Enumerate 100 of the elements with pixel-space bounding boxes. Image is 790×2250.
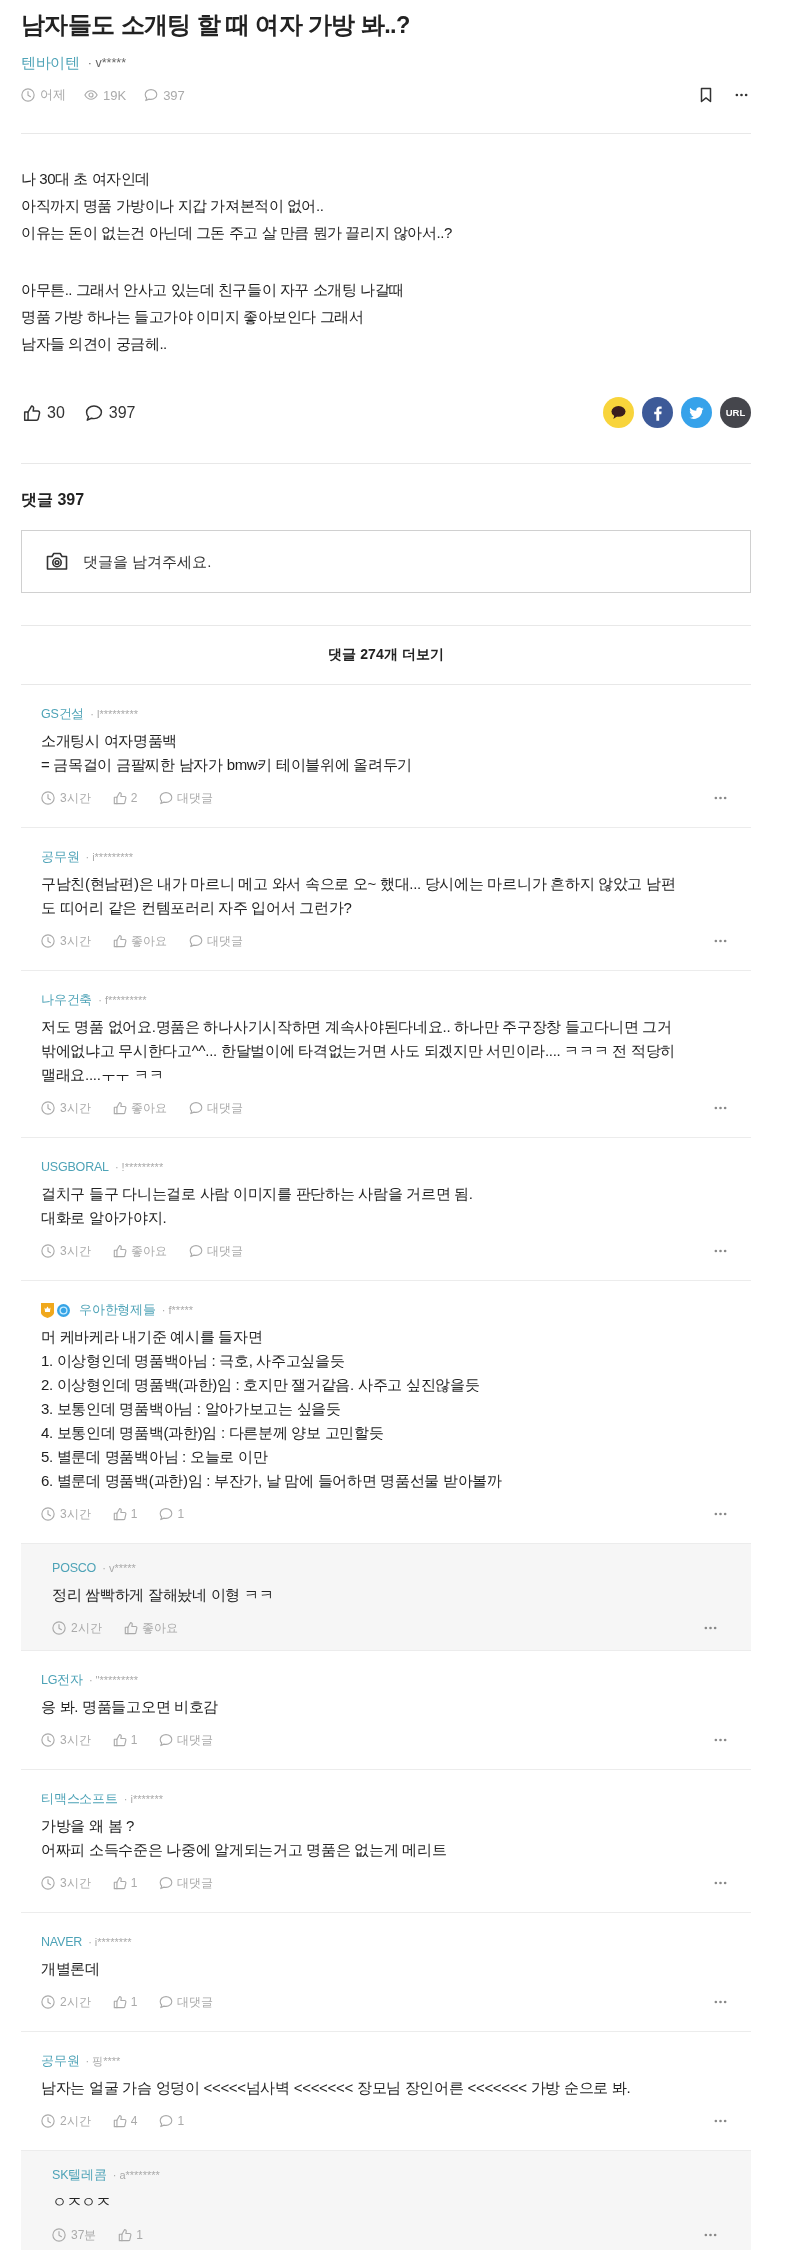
reply-button[interactable]: 대댓글: [159, 789, 214, 807]
thumbs-up-icon: [23, 403, 41, 422]
author-id: · i*******: [123, 1793, 163, 1805]
company-link[interactable]: GS건설: [41, 705, 85, 723]
company-link[interactable]: USGBORAL: [41, 1160, 109, 1174]
like-button[interactable]: 2: [112, 791, 138, 805]
thumbs-up-icon: [112, 1507, 127, 1521]
like-button[interactable]: 1: [112, 1876, 138, 1890]
reply-button[interactable]: 대댓글: [188, 1242, 243, 1260]
bookmark-icon: [698, 87, 714, 103]
clock-icon: [52, 2228, 66, 2242]
more-icon: [714, 1738, 727, 1742]
company-link[interactable]: POSCO: [52, 1561, 97, 1575]
speech-bubble-icon: [188, 1244, 203, 1258]
company-link[interactable]: 우아한형제들: [79, 1301, 156, 1319]
share-button[interactable]: [642, 397, 673, 428]
company-link[interactable]: 나우건축: [41, 991, 93, 1009]
reply-button[interactable]: 대댓글: [188, 1099, 243, 1117]
company-link[interactable]: LG전자: [41, 1671, 83, 1689]
reply-button[interactable]: 대댓글: [159, 1731, 214, 1749]
reply-button[interactable]: 대댓글: [159, 1874, 214, 1892]
facebook-icon: [642, 397, 673, 428]
comment-input-field[interactable]: 댓글을 남겨주세요.: [21, 530, 751, 593]
author-id: · a********: [112, 2169, 160, 2181]
speech-bubble-icon: [84, 403, 103, 422]
clock-icon: [41, 1507, 55, 1521]
comment-time: 3시간: [60, 1874, 91, 1892]
post-time: 어제: [40, 86, 66, 104]
share-button[interactable]: [603, 397, 634, 428]
company-link[interactable]: 공무원: [41, 848, 80, 866]
speech-bubble-icon: [188, 934, 203, 948]
like-button[interactable]: 1: [118, 2228, 144, 2242]
author-id: · "*********: [88, 1674, 139, 1686]
speech-bubble-icon: [159, 791, 174, 805]
like-button[interactable]: 30: [23, 403, 65, 422]
author-id: · !*********: [114, 1161, 164, 1173]
clock-icon: [41, 1876, 55, 1890]
like-button[interactable]: 1: [112, 1995, 138, 2009]
comment-time: 37분: [71, 2226, 97, 2244]
comment-button[interactable]: 397: [84, 403, 136, 422]
more-icon: [714, 1249, 727, 1253]
thumbs-up-icon: [112, 934, 127, 948]
company-link[interactable]: 티맥스소프트: [41, 1790, 118, 1808]
clock-icon: [41, 791, 55, 805]
speech-bubble-icon: [159, 1995, 174, 2009]
comment-text: 남자는 얼굴 가슴 엉덩이 <<<<<넘사벽 <<<<<<< 장모님 장인어른 <<<<<<< 가방 순으로 봐.: [41, 2078, 632, 2098]
comment-time: 2시간: [60, 1993, 91, 2011]
bookmark-button[interactable]: [698, 87, 714, 103]
comment-text: ㅇㅈㅇㅈ: [52, 2192, 112, 2212]
like-button[interactable]: 좋아요: [112, 932, 167, 950]
author-id: · v*****: [87, 56, 127, 70]
post-title: 남자들도 소개팅 할 때 여자 가방 봐..?: [21, 11, 411, 40]
reply-button[interactable]: 대댓글: [159, 1993, 214, 2011]
like-button[interactable]: 1: [112, 1733, 138, 1747]
author-id: · f*****: [161, 1304, 193, 1316]
company-link[interactable]: SK텔레콤: [52, 2166, 107, 2184]
more-icon: [704, 2233, 717, 2237]
like-button[interactable]: 좋아요: [112, 1242, 167, 1260]
url-button[interactable]: URL: [720, 397, 751, 428]
author-id: · l*********: [90, 708, 138, 720]
like-button[interactable]: 4: [112, 2114, 138, 2128]
company-link[interactable]: 텐바이텐: [21, 53, 80, 73]
more-comments-button[interactable]: 댓글 274개 더보기: [21, 625, 751, 685]
author-id: · i********: [88, 1936, 132, 1948]
post-paragraph: 아무튼.. 그래서 안사고 있는데 친구들이 자꾸 소개팅 나갈때 명품 가방 하나는 들고가야 이미지 좋아보인다 그래서 남자들 의견이 궁금헤..: [21, 280, 405, 354]
thumbs-up-icon: [112, 791, 127, 805]
author-id: · v*****: [102, 1562, 136, 1574]
comment-text: 걸치구 들구 다니는걸로 사람 이미지를 판단하는 사람을 거르면 됨. 대화로 알아가야지.: [41, 1184, 474, 1228]
clock-icon: [52, 1621, 66, 1635]
company-link[interactable]: NAVER: [41, 1935, 83, 1949]
comment-time: 3시간: [60, 1731, 91, 1749]
more-icon: [714, 2119, 727, 2123]
comment-text: 저도 명품 없어요.명품은 하나사기시작하면 계속사야된다네요.. 하나만 주구장창 들고다니면 그거 밖에없냐고 무시한다고^^... 한달벌이에 타격없는거면 사도 되겠지만 서민이라.... ㅋㅋㅋ 전 적당히 맬래요....ㅜㅜ ㅋㅋ: [41, 1017, 676, 1085]
like-button[interactable]: 좋아요: [123, 1619, 178, 1637]
more-icon: [735, 93, 748, 97]
clock-icon: [21, 88, 35, 102]
reply-button[interactable]: 1: [159, 2114, 185, 2128]
comment-text: 머 케바케라 내기준 예시를 들자면 1. 이상형인데 명품백아님 : 극호, 사주고싶을듯 2. 이상형인데 명품백(과한)임 : 호지만 잴거같음. 사주고 싶진않을듯 3. 보통인데 명품백아님 : 알아가보고는 싶을듯 4. 보통인데 명품백(과한)임 : 다른분께 양보 고민할듯 5. 별룬데 명품백아님 : 오늘로 이만 6. 별룬데 명품백(과한)임 : 부잔가, 날 맘에 들어하면 명품선물 받아볼까: [41, 1327, 503, 1491]
comment-text: 가방을 왜 봄 ? 어짜피 소득수준은 나중에 알게되는거고 명품은 없는게 메리트: [41, 1816, 448, 1860]
shield-badge-icon: [41, 1302, 54, 1318]
thumbs-up-icon: [112, 1101, 127, 1115]
like-button[interactable]: 좋아요: [112, 1099, 167, 1117]
clock-icon: [41, 1995, 55, 2009]
camera-icon[interactable]: [46, 551, 68, 571]
comments-heading: 댓글 397: [21, 490, 86, 510]
comment-text: 구남친(현남편)은 내가 마르니 메고 와서 속으로 오~ 했대... 당시에는 마르니가 흔하지 않았고 남편도 띠어리 같은 컨템포러리 자주 입어서 그런가?: [41, 874, 677, 918]
more-button[interactable]: [735, 93, 748, 97]
company-link[interactable]: 공무원: [41, 2052, 80, 2070]
chat-bubble-icon: [603, 397, 634, 428]
comment-time: 3시간: [60, 1242, 91, 1260]
speech-bubble-icon: [159, 1733, 174, 1747]
more-icon: [714, 1881, 727, 1885]
comment-text: 소개팅시 여자명품백 = 금목걸이 금팔찌한 남자가 bmw키 테이블위에 올려두기: [41, 731, 414, 775]
comment-time: 3시간: [60, 1099, 91, 1117]
like-button[interactable]: 1: [112, 1507, 138, 1521]
reply-button[interactable]: 대댓글: [188, 932, 243, 950]
clock-icon: [41, 1733, 55, 1747]
reply-button[interactable]: 1: [159, 1507, 185, 1521]
speech-bubble-icon: [159, 1507, 174, 1521]
comment-count: 397: [163, 87, 185, 103]
